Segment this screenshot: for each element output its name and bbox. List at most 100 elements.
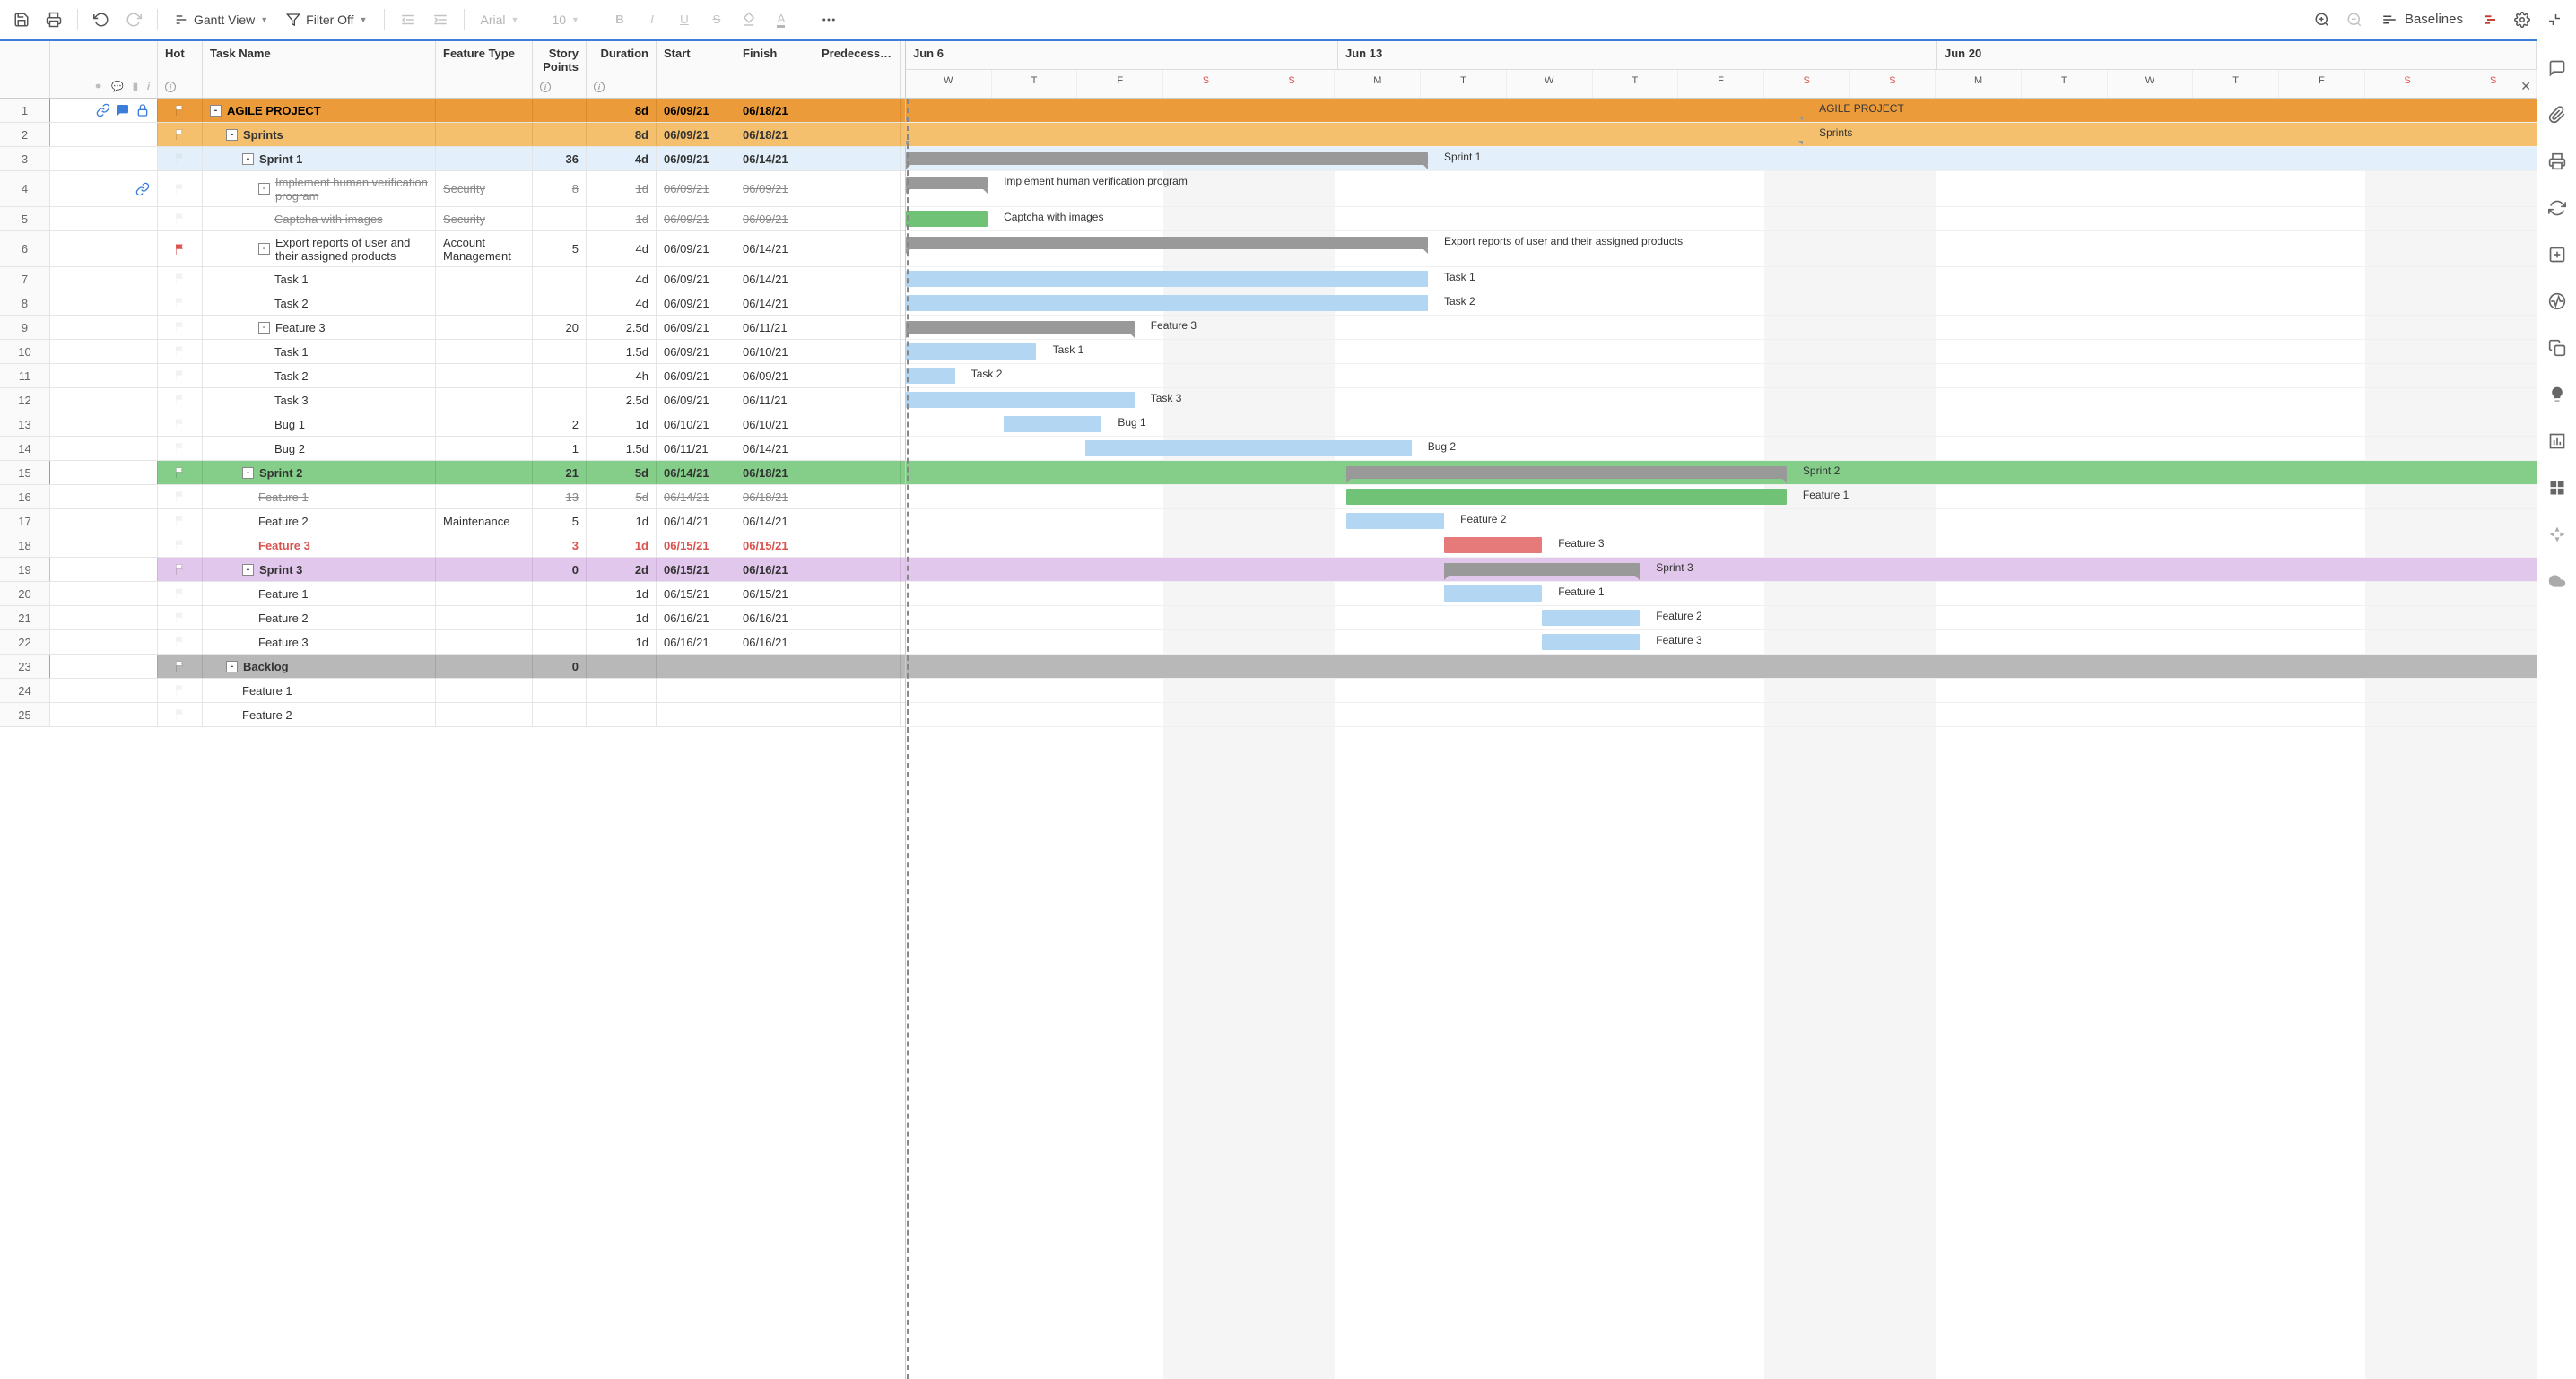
duration-cell[interactable]: 1d [587, 412, 657, 436]
collapse-toggle[interactable]: - [242, 564, 254, 576]
story-points-cell[interactable]: 0 [533, 655, 587, 678]
hot-flag[interactable] [158, 388, 203, 412]
feature-type-cell[interactable]: Maintenance [436, 509, 533, 533]
finish-cell[interactable] [735, 655, 814, 678]
feature-type-cell[interactable] [436, 388, 533, 412]
row-number[interactable]: 9 [0, 316, 50, 339]
finish-cell[interactable]: 06/14/21 [735, 291, 814, 315]
col-task[interactable]: Task Name [203, 41, 436, 98]
duration-cell[interactable]: 2.5d [587, 388, 657, 412]
finish-cell[interactable]: 06/18/21 [735, 461, 814, 484]
comments-panel-button[interactable] [2546, 57, 2568, 79]
story-points-cell[interactable]: 3 [533, 533, 587, 557]
strikethrough-button[interactable]: S [702, 5, 731, 34]
row-number[interactable]: 19 [0, 558, 50, 581]
task-name-cell[interactable]: Task 1 [203, 340, 436, 363]
start-cell[interactable]: 06/16/21 [657, 630, 735, 654]
task-name-cell[interactable]: Feature 1 [203, 485, 436, 508]
row-number[interactable]: 20 [0, 582, 50, 605]
table-row[interactable]: 8Task 24d06/09/2106/14/21 [0, 291, 905, 316]
feature-type-cell[interactable] [436, 485, 533, 508]
table-row[interactable]: 13Bug 121d06/10/2106/10/21 [0, 412, 905, 437]
duration-cell[interactable]: 1d [587, 509, 657, 533]
grid-panel-button[interactable] [2546, 477, 2568, 499]
gantt-row[interactable]: Bug 1 [906, 412, 2537, 437]
predecessors-cell[interactable] [814, 606, 901, 629]
start-cell[interactable]: 06/09/21 [657, 316, 735, 339]
table-row[interactable]: 16Feature 1135d06/14/2106/18/21 [0, 485, 905, 509]
gantt-row[interactable]: Task 1 [906, 267, 2537, 291]
hot-flag[interactable] [158, 412, 203, 436]
duration-cell[interactable]: 1d [587, 630, 657, 654]
underline-button[interactable]: U [670, 5, 699, 34]
predecessors-cell[interactable] [814, 267, 901, 291]
predecessors-cell[interactable] [814, 207, 901, 230]
feature-type-cell[interactable] [436, 606, 533, 629]
row-number[interactable]: 11 [0, 364, 50, 387]
gantt-bar[interactable] [1542, 610, 1640, 626]
finish-cell[interactable]: 06/09/21 [735, 207, 814, 230]
comment-icon[interactable] [116, 103, 130, 117]
link-icon[interactable] [135, 182, 150, 196]
gantt-row[interactable]: Export reports of user and their assigne… [906, 231, 2537, 267]
col-predecessors[interactable]: Predecess… [814, 41, 901, 98]
task-name-cell[interactable]: Feature 2 [203, 606, 436, 629]
feature-type-cell[interactable] [436, 340, 533, 363]
gantt-bar[interactable] [906, 104, 1803, 117]
start-cell[interactable]: 06/14/21 [657, 461, 735, 484]
gantt-bar[interactable] [906, 392, 1135, 408]
feature-type-cell[interactable] [436, 533, 533, 557]
table-row[interactable]: 23-Backlog0 [0, 655, 905, 679]
predecessors-cell[interactable] [814, 703, 901, 726]
start-cell[interactable]: 06/09/21 [657, 207, 735, 230]
hot-flag[interactable] [158, 509, 203, 533]
feature-type-cell[interactable] [436, 630, 533, 654]
gantt-row[interactable]: Bug 2 [906, 437, 2537, 461]
duration-cell[interactable]: 5d [587, 461, 657, 484]
print-button[interactable] [39, 5, 68, 34]
lock-icon[interactable] [135, 103, 150, 117]
activity-panel-button[interactable] [2546, 291, 2568, 312]
col-feature[interactable]: Feature Type [436, 41, 533, 98]
predecessors-cell[interactable] [814, 412, 901, 436]
copy-panel-button[interactable] [2546, 337, 2568, 359]
row-number[interactable]: 21 [0, 606, 50, 629]
finish-cell[interactable]: 06/14/21 [735, 437, 814, 460]
finish-cell[interactable]: 06/16/21 [735, 558, 814, 581]
gantt-row[interactable]: AGILE PROJECT [906, 99, 2537, 123]
feature-type-cell[interactable] [436, 123, 533, 146]
row-number[interactable]: 16 [0, 485, 50, 508]
feature-type-cell[interactable] [436, 267, 533, 291]
gantt-row[interactable]: Feature 1 [906, 485, 2537, 509]
task-name-cell[interactable]: -Implement human verification program [203, 171, 436, 206]
indent-button[interactable] [426, 5, 455, 34]
row-number[interactable]: 22 [0, 630, 50, 654]
table-row[interactable]: 4-Implement human verification programSe… [0, 171, 905, 207]
collapse-toggle[interactable]: - [258, 322, 270, 334]
close-icon[interactable]: ✕ [2520, 79, 2531, 94]
gantt-row[interactable]: Task 3 [906, 388, 2537, 412]
hot-flag[interactable] [158, 316, 203, 339]
task-name-cell[interactable]: -Sprint 3 [203, 558, 436, 581]
finish-cell[interactable] [735, 679, 814, 702]
hot-flag[interactable] [158, 679, 203, 702]
feature-type-cell[interactable] [436, 703, 533, 726]
settings-button[interactable] [2508, 5, 2537, 34]
finish-cell[interactable]: 06/18/21 [735, 99, 814, 122]
row-number[interactable]: 3 [0, 147, 50, 170]
collapse-toggle[interactable]: - [242, 153, 254, 165]
task-name-cell[interactable]: Feature 1 [203, 679, 436, 702]
task-name-cell[interactable]: -Sprints [203, 123, 436, 146]
predecessors-cell[interactable] [814, 655, 901, 678]
story-points-cell[interactable]: 20 [533, 316, 587, 339]
row-number[interactable]: 13 [0, 412, 50, 436]
gantt-bar[interactable] [1004, 416, 1101, 432]
predecessors-cell[interactable] [814, 171, 901, 206]
gantt-row[interactable]: Feature 3 [906, 630, 2537, 655]
predecessors-cell[interactable] [814, 316, 901, 339]
gantt-row[interactable]: Feature 3 [906, 533, 2537, 558]
predecessors-cell[interactable] [814, 630, 901, 654]
predecessors-cell[interactable] [814, 461, 901, 484]
gantt-row[interactable] [906, 703, 2537, 727]
start-cell[interactable]: 06/09/21 [657, 364, 735, 387]
